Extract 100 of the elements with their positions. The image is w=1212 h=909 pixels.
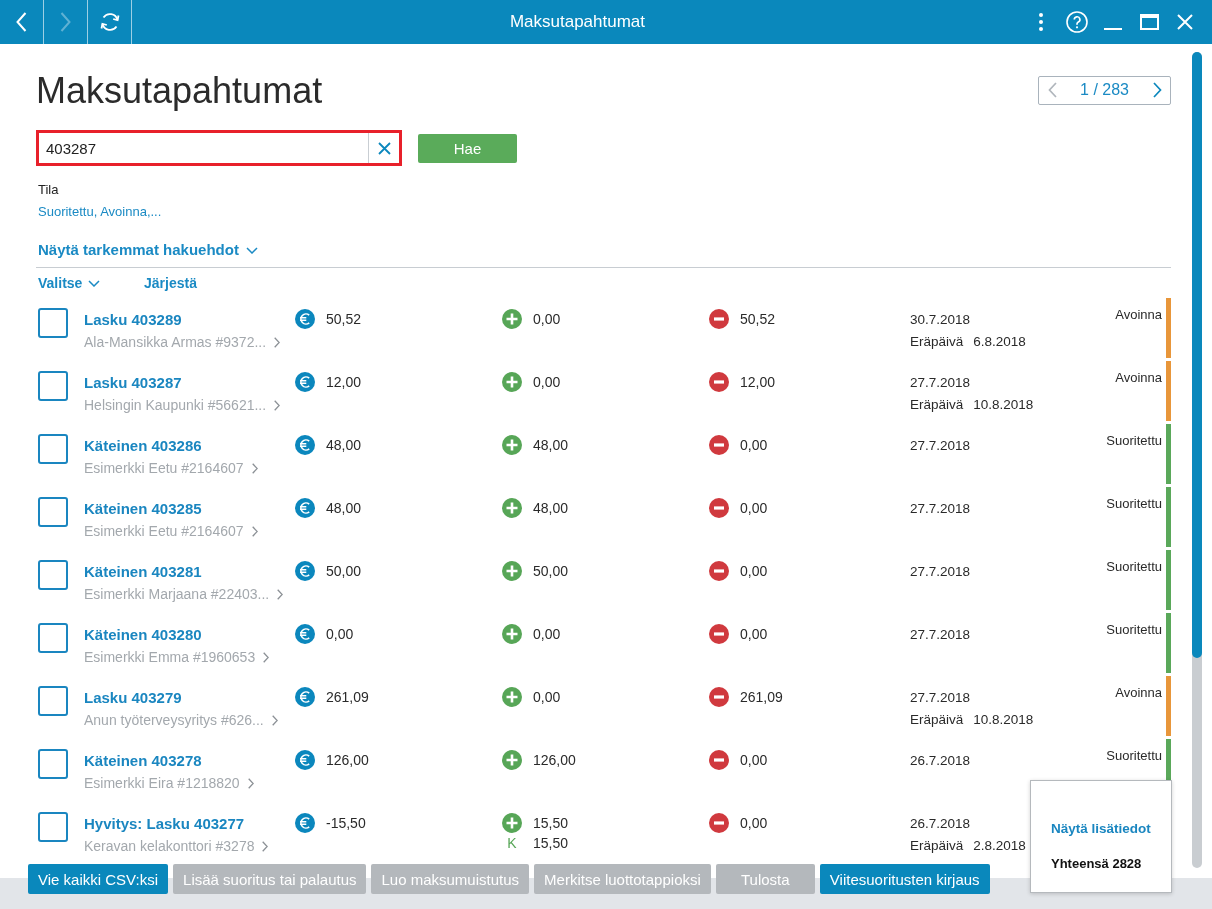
amount-text: 261,09: [740, 688, 783, 707]
plus-icon: [502, 435, 522, 455]
minus-icon: [709, 435, 729, 455]
checkbox[interactable]: [38, 371, 68, 401]
amount-text: 12,00: [326, 373, 362, 392]
due-date-text: 2.8.2018: [973, 837, 1026, 855]
euro-icon: [295, 687, 315, 707]
checkbox[interactable]: [38, 308, 68, 338]
due-date-text: 10.8.2018: [973, 396, 1034, 414]
more-icon: [1039, 13, 1043, 31]
customer-link[interactable]: Esimerkki Marjaana #22403...: [84, 584, 284, 604]
amount-text: 50,52: [326, 310, 362, 329]
plus-icon: [502, 498, 522, 518]
customer-link[interactable]: Esimerkki Emma #1960653: [84, 647, 270, 667]
chevron-right-icon: [251, 525, 258, 537]
transaction-link[interactable]: Käteinen 403285: [84, 499, 202, 519]
show-details-link[interactable]: Näytä lisätiedot: [1051, 819, 1151, 839]
checkbox[interactable]: [38, 434, 68, 464]
due-date-label: Eräpäivä: [910, 333, 964, 351]
customer-link[interactable]: Helsingin Kaupunki #56621...: [84, 395, 281, 415]
due-date-text: 6.8.2018: [973, 333, 1026, 351]
minus-icon: [709, 309, 729, 329]
page-indicator: 1 / 283: [1080, 81, 1129, 99]
checkbox[interactable]: [38, 749, 68, 779]
transaction-link[interactable]: Hyvitys: Lasku 403277: [84, 814, 245, 834]
transaction-link[interactable]: Lasku 403287: [84, 373, 182, 393]
status-text: Suoritettu: [1106, 495, 1162, 513]
transaction-link[interactable]: Käteinen 403278: [84, 751, 202, 771]
checkbox[interactable]: [38, 686, 68, 716]
due-date-label: Eräpäivä: [910, 396, 964, 414]
euro-icon: [295, 435, 315, 455]
customer-link[interactable]: Ala-Mansikka Armas #9372...: [84, 332, 281, 352]
plus-icon: [502, 813, 522, 833]
transaction-link[interactable]: Käteinen 403286: [84, 436, 202, 456]
filter-value-link[interactable]: Suoritettu, Avoinna,...: [36, 203, 162, 221]
transaction-link[interactable]: Käteinen 403280: [84, 625, 202, 645]
search-button[interactable]: Hae: [418, 133, 517, 163]
checkbox[interactable]: [38, 497, 68, 527]
minus-icon: [709, 498, 729, 518]
amount-text: 126,00: [326, 751, 369, 770]
date-text: 27.7.2018: [910, 500, 971, 518]
checkbox[interactable]: [38, 623, 68, 653]
close-icon: [1177, 14, 1193, 30]
customer-link[interactable]: Esimerkki Eetu #2164607: [84, 458, 258, 478]
euro-icon: [295, 624, 315, 644]
checkbox[interactable]: [38, 812, 68, 842]
amount-text: 0,00: [533, 373, 561, 392]
status-text: Suoritettu: [1106, 747, 1162, 765]
minus-icon: [709, 813, 729, 833]
transaction-link[interactable]: Lasku 403279: [84, 688, 182, 708]
amount-text: 12,00: [740, 373, 776, 392]
chevron-right-icon: [274, 399, 281, 411]
action-button[interactable]: Viitesuoritusten kirjaus: [819, 864, 990, 894]
minus-icon: [709, 624, 729, 644]
euro-icon: [295, 750, 315, 770]
customer-link[interactable]: Esimerkki Eetu #2164607: [84, 521, 258, 541]
amount-text: 0,00: [740, 499, 768, 518]
euro-icon: [295, 561, 315, 581]
window-title: Maksutapahtumat: [508, 11, 647, 33]
chevron-right-icon: [271, 714, 278, 726]
amount-text: 0,00: [740, 562, 768, 581]
euro-icon: [295, 372, 315, 392]
maximize-icon: [1139, 14, 1159, 30]
chevron-right-icon: [263, 651, 270, 663]
amount-text: -15,50: [326, 814, 366, 833]
minus-icon: [709, 561, 729, 581]
close-icon: [377, 141, 391, 155]
chevron-right-icon: [277, 588, 284, 600]
scrollbar-thumb[interactable]: [1192, 52, 1202, 658]
select-dropdown[interactable]: Valitse: [38, 274, 101, 292]
search-field[interactable]: 403287: [36, 130, 402, 166]
sort-link[interactable]: Järjestä: [144, 274, 197, 292]
advanced-search-link[interactable]: Näytä tarkemmat hakuehdot: [36, 240, 260, 260]
amount-text: 50,00: [326, 562, 362, 581]
filter-label: Tila: [37, 181, 59, 199]
customer-link[interactable]: Esimerkki Eira #1218820: [84, 773, 254, 793]
marker-letter: K: [507, 834, 517, 853]
chevron-right-icon: [251, 462, 258, 474]
amount-text: 0,00: [740, 436, 768, 455]
minimize-icon: [1104, 28, 1122, 30]
checkbox[interactable]: [38, 560, 68, 590]
amount-text: 0,00: [326, 625, 354, 644]
status-text: Avoinna: [1115, 369, 1162, 387]
amount-text: 126,00: [533, 751, 576, 770]
customer-link[interactable]: Anun työterveysyritys #626...: [84, 710, 278, 730]
due-date-label: Eräpäivä: [910, 711, 964, 729]
euro-icon: [295, 498, 315, 518]
action-button[interactable]: Vie kaikki CSV:ksi: [28, 864, 169, 894]
plus-icon: [502, 687, 522, 707]
status-text: Avoinna: [1115, 306, 1162, 324]
amount-text: 0,00: [740, 814, 768, 833]
minus-icon: [709, 687, 729, 707]
customer-link[interactable]: Keravan kelakonttori #3278: [84, 836, 269, 856]
chevron-right-icon: [262, 840, 269, 852]
amount-text: 0,00: [740, 625, 768, 644]
page-title: Maksutapahtumat: [36, 69, 323, 113]
plus-icon: [502, 750, 522, 770]
transaction-link[interactable]: Käteinen 403281: [84, 562, 202, 582]
transaction-link[interactable]: Lasku 403289: [84, 310, 182, 330]
amount-text: 48,00: [533, 499, 569, 518]
